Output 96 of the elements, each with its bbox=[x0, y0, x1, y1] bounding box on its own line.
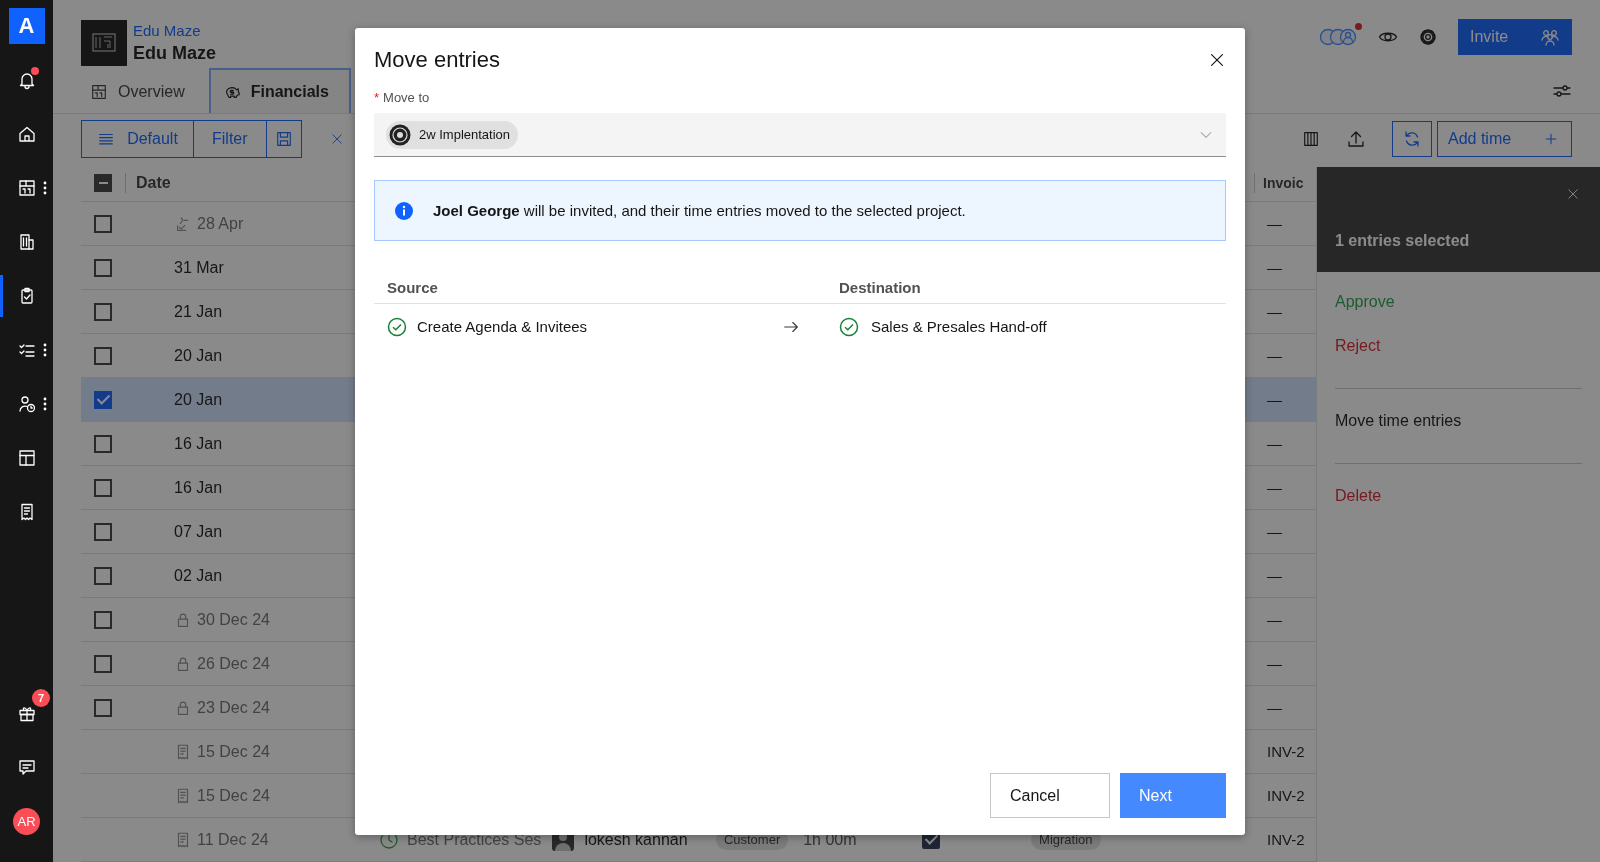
date-cell: 16 Jan bbox=[174, 478, 223, 497]
sidebar-item[interactable]: 7 bbox=[0, 692, 53, 734]
project-chip: 2w Implentation bbox=[386, 120, 519, 149]
checkbox[interactable] bbox=[94, 258, 112, 277]
person-name: lokesh kannan bbox=[584, 830, 688, 849]
action-link[interactable]: Move time entries bbox=[1335, 411, 1462, 431]
count-badge: 7 bbox=[32, 689, 50, 707]
invoice-cell-text: — bbox=[1266, 611, 1282, 628]
invoice-cell-text: — bbox=[1266, 567, 1282, 584]
dialog-title: Move entries bbox=[374, 47, 500, 73]
refresh-icon bbox=[1402, 129, 1422, 149]
field-label: Move to bbox=[383, 90, 430, 105]
invoice-cell-text: — bbox=[1266, 435, 1282, 452]
checkbox[interactable] bbox=[94, 698, 112, 717]
date-cell: 21 Jan bbox=[174, 302, 223, 321]
more-icon[interactable] bbox=[43, 181, 47, 195]
checkbox[interactable] bbox=[94, 654, 112, 673]
date-cell: 23 Dec 24 bbox=[197, 698, 270, 717]
more-icon[interactable] bbox=[43, 343, 47, 357]
source-task: Create Agenda & Invitees bbox=[417, 318, 588, 335]
column-header: Source bbox=[386, 278, 439, 296]
date-cell: 02 Jan bbox=[174, 566, 223, 585]
date-cell: 15 Dec 24 bbox=[197, 742, 270, 761]
layout-icon bbox=[16, 448, 37, 468]
invoice-cell-text: — bbox=[1266, 259, 1282, 276]
close-icon[interactable] bbox=[1208, 51, 1226, 69]
date-cell: 07 Jan bbox=[174, 522, 223, 541]
chat-icon bbox=[16, 757, 37, 777]
next-button[interactable]: Next bbox=[1120, 773, 1226, 818]
date-cell: 20 Jan bbox=[174, 390, 223, 409]
column-header: Destination bbox=[838, 278, 921, 296]
invoice-cell-text: — bbox=[1266, 391, 1282, 408]
add-time-button[interactable]: Add time bbox=[1437, 121, 1572, 157]
column-header[interactable]: Invoic bbox=[1254, 172, 1304, 193]
checkbox[interactable] bbox=[94, 173, 112, 192]
checkbox[interactable] bbox=[94, 610, 112, 629]
home-icon bbox=[16, 124, 37, 144]
action-link[interactable]: Reject bbox=[1335, 336, 1381, 356]
checkbox[interactable] bbox=[94, 522, 112, 541]
required-mark: * bbox=[374, 90, 380, 105]
checkbox[interactable] bbox=[94, 478, 112, 497]
check-circle-icon bbox=[839, 316, 859, 337]
date-cell: 16 Jan bbox=[174, 434, 223, 453]
date-cell: 20 Jan bbox=[174, 346, 223, 365]
refresh-button[interactable] bbox=[1392, 121, 1432, 157]
date-cell: 31 Mar bbox=[174, 258, 224, 277]
invoice-cell-text: — bbox=[1266, 655, 1282, 672]
date-cell: 15 Dec 24 bbox=[197, 786, 270, 805]
checkbox[interactable] bbox=[94, 302, 112, 321]
app-logo[interactable]: A bbox=[8, 8, 45, 44]
checkbox[interactable] bbox=[94, 214, 112, 233]
checkbox[interactable] bbox=[94, 566, 112, 585]
person-clock-icon bbox=[16, 394, 37, 414]
project-logo bbox=[81, 20, 127, 66]
action-link[interactable]: Approve bbox=[1335, 292, 1395, 312]
invoice-cell-text: — bbox=[1266, 215, 1282, 232]
breadcrumb-link[interactable]: Edu Maze bbox=[133, 21, 216, 41]
save-icon bbox=[274, 130, 293, 148]
invite-button[interactable]: Invite bbox=[1458, 19, 1572, 55]
selection-count: 1 entries selected bbox=[1335, 232, 1470, 250]
project-dropdown[interactable]: 2w Implentation bbox=[374, 113, 1226, 157]
columns-icon[interactable] bbox=[1302, 130, 1320, 148]
invoice-cell-text: INV-2 bbox=[1266, 787, 1305, 804]
more-icon[interactable] bbox=[43, 397, 47, 411]
invoice-cell-text: — bbox=[1266, 347, 1282, 364]
info-icon bbox=[394, 200, 414, 221]
date-cell: 11 Dec 24 bbox=[197, 830, 269, 849]
date-cell: 30 Dec 24 bbox=[197, 610, 270, 629]
tab[interactable]: Overview bbox=[80, 68, 205, 113]
calendar-icon bbox=[16, 178, 37, 198]
invoice-cell-text: — bbox=[1266, 523, 1282, 540]
project-avatar-icon bbox=[389, 123, 411, 146]
plus-icon bbox=[1543, 131, 1559, 147]
invoice-cell-text: INV-2 bbox=[1266, 743, 1305, 760]
invoice-cell-text: — bbox=[1266, 699, 1282, 716]
invoice-cell-text: INV-2 bbox=[1266, 831, 1305, 848]
destination-task: Sales & Presales Hand-off bbox=[871, 318, 1047, 335]
people-icon bbox=[1540, 27, 1560, 47]
user-avatar[interactable]: AR bbox=[13, 807, 40, 835]
action-link[interactable]: Delete bbox=[1335, 486, 1382, 506]
check-circle-icon bbox=[387, 316, 407, 337]
checkbox[interactable] bbox=[94, 346, 112, 365]
cancel-button[interactable]: Cancel bbox=[990, 773, 1110, 818]
date-cell: 28 Apr bbox=[197, 214, 244, 233]
checkbox[interactable] bbox=[94, 434, 112, 453]
notice-text: Joel George will be invited, and their time entries moved to the selected project. bbox=[433, 202, 966, 219]
date-cell: 26 Dec 24 bbox=[197, 654, 270, 673]
calendar-icon bbox=[90, 82, 108, 101]
project-title: Edu Maze bbox=[133, 42, 216, 65]
view-button[interactable]: Default bbox=[82, 121, 194, 157]
tab[interactable]: Financials bbox=[208, 68, 351, 113]
upload-icon[interactable] bbox=[1346, 129, 1366, 149]
invoice-cell-text: — bbox=[1266, 479, 1282, 496]
invoice-cell-text: — bbox=[1266, 303, 1282, 320]
filter-button[interactable]: Filter bbox=[194, 121, 267, 157]
checkbox[interactable] bbox=[94, 390, 112, 409]
